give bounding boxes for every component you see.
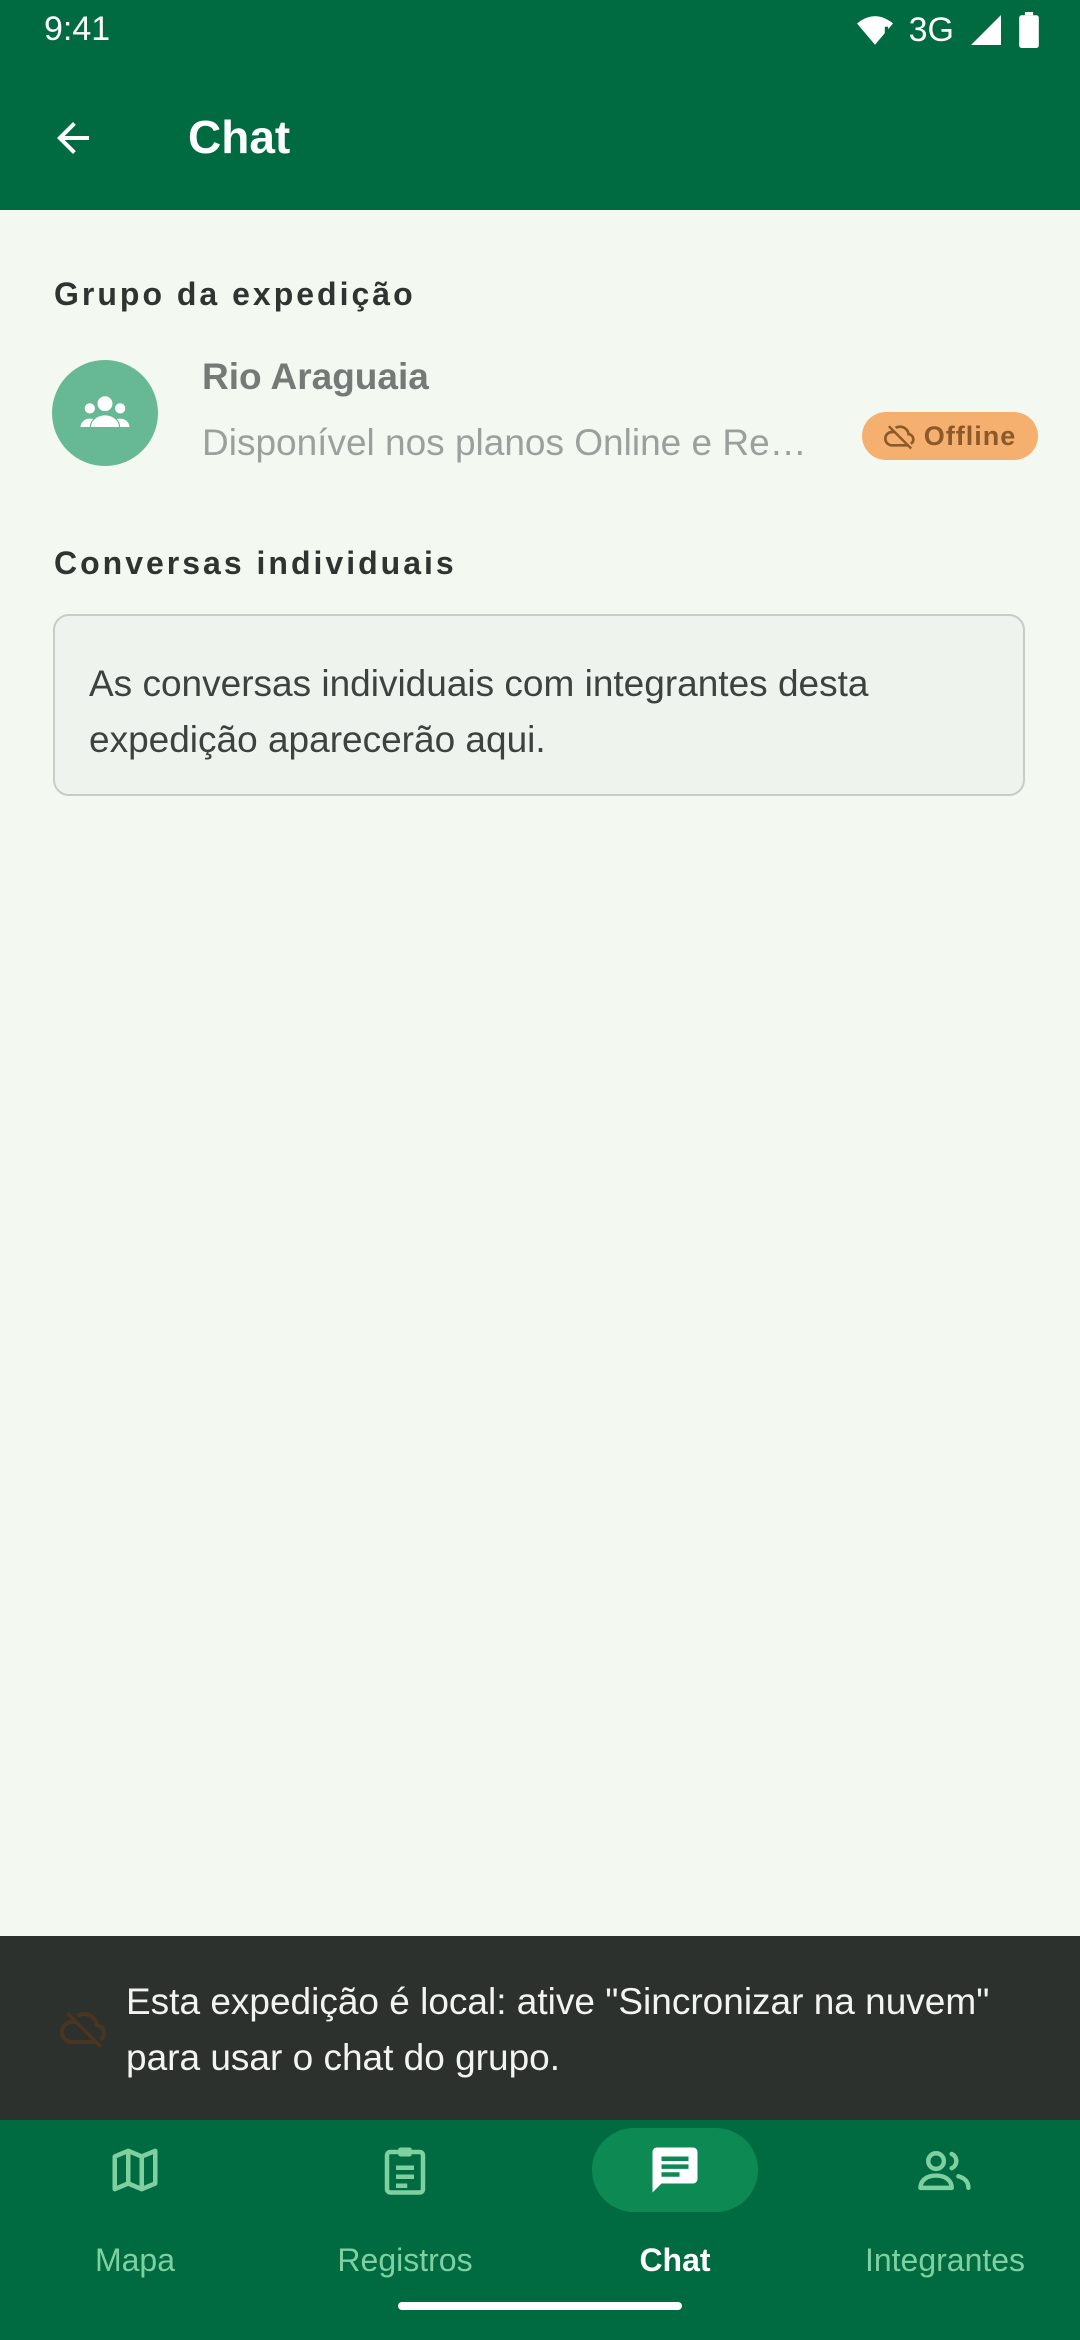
chat-icon <box>652 2147 698 2193</box>
nav-label-mapa: Mapa <box>94 2242 176 2278</box>
group-name: Rio Araguaia <box>202 356 429 397</box>
status-icons: 3G <box>855 10 1040 50</box>
battery-icon <box>1019 12 1039 48</box>
snackbar-message: Esta expedição é local: ative "Sincroniz… <box>126 1981 990 2078</box>
avatar <box>52 360 158 466</box>
app-bar: Chat <box>0 60 1080 210</box>
network-type: 3G <box>908 11 954 49</box>
empty-state-text: As conversas individuais com integrantes… <box>89 663 869 760</box>
empty-state-card: As conversas individuais com integrantes… <box>53 614 1025 796</box>
status-time: 9:41 <box>44 10 111 48</box>
arrow-back-icon <box>57 122 89 154</box>
cloud-off-icon <box>60 2011 106 2048</box>
people-icon <box>918 2151 971 2191</box>
group-section-heading: Grupo da expedição <box>54 276 416 312</box>
offline-badge-label: Offline <box>923 420 1017 451</box>
group-subtitle: Disponível nos planos Online e Re… <box>202 422 807 463</box>
snackbar: Esta expedição é local: ative "Sincroniz… <box>0 1936 1080 2120</box>
group-chat-row[interactable]: Rio Araguaia Disponível nos planos Onlin… <box>0 350 1080 480</box>
nav-item-mapa[interactable]: Mapa <box>0 2120 270 2290</box>
clipboard-icon <box>384 2147 426 2195</box>
offline-badge: Offline <box>862 412 1038 460</box>
nav-item-integrantes[interactable]: Integrantes <box>810 2120 1080 2290</box>
group-icon <box>80 396 130 427</box>
wifi-icon <box>856 16 893 45</box>
cloud-off-icon <box>883 425 915 450</box>
nav-item-chat[interactable]: Chat <box>540 2120 810 2290</box>
status-bar: 9:41 3G <box>0 0 1080 60</box>
nav-item-registros[interactable]: Registros <box>270 2120 540 2290</box>
nav-label-registros: Registros <box>337 2242 473 2278</box>
page-title: Chat <box>188 111 291 163</box>
nav-label-integrantes: Integrantes <box>864 2242 1026 2278</box>
map-icon <box>112 2148 158 2192</box>
signal-icon <box>971 15 1001 45</box>
home-indicator[interactable] <box>398 2302 682 2310</box>
individual-section-heading: Conversas individuais <box>54 545 457 581</box>
nav-label-chat: Chat <box>639 2242 711 2278</box>
back-button[interactable] <box>40 105 106 171</box>
